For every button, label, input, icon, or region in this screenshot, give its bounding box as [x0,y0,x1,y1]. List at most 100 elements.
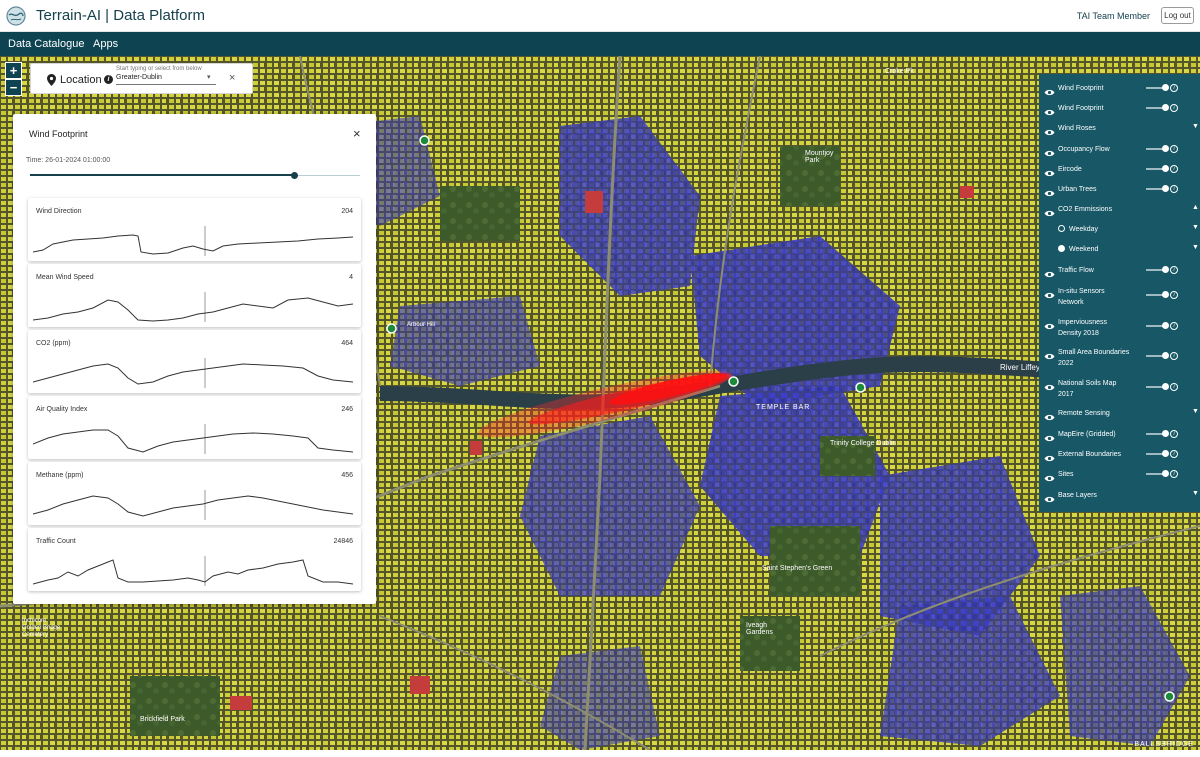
eye-icon[interactable] [1044,318,1055,336]
layer-toggle-knob[interactable] [1162,165,1169,172]
info-icon[interactable]: i [1170,104,1178,112]
layer-label-line: In-situ Sensors [1058,288,1105,295]
sparkline [33,226,354,256]
layer-row[interactable]: Small Area Boundaries 2022 i [1039,347,1200,369]
chevron-down-icon[interactable]: ▼ [1192,123,1199,130]
layer-toggle-knob[interactable] [1162,383,1169,390]
info-icon[interactable]: i [1170,291,1178,299]
eye-icon[interactable] [1044,287,1055,305]
layer-row[interactable]: CO2 Emmissions ▲ [1039,204,1200,217]
map-label-river: River Liffey [1000,363,1040,372]
eye-icon[interactable] [1044,470,1055,488]
radio-button[interactable] [1058,245,1065,252]
layer-row[interactable]: Weekday ▼ [1039,224,1200,236]
eye-icon[interactable] [1044,450,1055,468]
eye-icon[interactable] [1044,145,1055,163]
info-icon[interactable]: i [1170,430,1178,438]
layer-label: Wind Roses [1058,123,1096,134]
eye-icon[interactable] [1044,491,1055,509]
eye-icon[interactable] [1044,104,1055,122]
eye-icon[interactable] [1044,205,1055,223]
chevron-down-icon[interactable]: ▼ [1192,244,1199,251]
metric-name: Wind Direction [36,208,82,215]
top-bar: Terrain-AI | Data Platform TAI Team Memb… [0,0,1200,32]
layer-row[interactable]: Eircode i [1039,164,1200,177]
layer-label-line: 2022 [1058,360,1074,367]
eye-icon[interactable] [1044,185,1055,203]
clear-location-icon[interactable]: × [229,72,235,84]
layer-row[interactable]: Base Layers ▼ [1039,490,1200,503]
layer-toggle-knob[interactable] [1162,430,1169,437]
logout-button[interactable]: Log out [1161,7,1194,24]
layer-row[interactable]: External Boundaries i [1039,449,1200,462]
wind-footprint-panel: Wind Footprint × Time: 26-01-2024 01:00:… [13,114,376,604]
layer-row[interactable]: Wind Roses ▼ [1039,123,1200,136]
layer-label-line: CO2 Emmissions [1058,206,1113,213]
sparkline [33,358,354,388]
sensor-marker[interactable] [386,323,397,334]
chevron-up-icon[interactable]: ▲ [1192,204,1199,211]
chevron-down-icon[interactable]: ▼ [1192,408,1199,415]
layer-row[interactable]: Wind Footprint i [1039,83,1200,96]
info-icon[interactable]: i [1170,165,1178,173]
layer-toggle-knob[interactable] [1162,145,1169,152]
eye-icon[interactable] [1044,409,1055,427]
layer-row[interactable]: Urban Trees i [1039,184,1200,197]
layer-row[interactable]: Imperviousness Density 2018 i [1039,317,1200,339]
layer-toggle-knob[interactable] [1162,450,1169,457]
radio-button[interactable] [1058,225,1065,232]
zoom-out-button[interactable]: − [5,79,22,96]
location-dropdown[interactable]: Greater-Dublin [116,74,216,85]
info-icon[interactable]: i [1170,84,1178,92]
layer-row[interactable]: Sites i [1039,469,1200,482]
close-icon[interactable]: × [353,126,361,141]
layer-toggle-knob[interactable] [1162,322,1169,329]
sensor-marker[interactable] [855,382,866,393]
info-icon[interactable]: i [104,75,113,84]
info-icon[interactable]: i [1170,383,1178,391]
eye-icon[interactable] [1044,165,1055,183]
layer-row[interactable]: Remote Sensing ▼ [1039,408,1200,421]
eye-icon[interactable] [1044,430,1055,448]
info-icon[interactable]: i [1170,322,1178,330]
chevron-down-icon[interactable]: ▼ [1192,490,1199,497]
sensor-marker[interactable] [419,135,430,146]
layer-row[interactable]: Occupancy Flow i [1039,144,1200,157]
layer-toggle-knob[interactable] [1162,84,1169,91]
chevron-down-icon[interactable]: ▾ [207,73,211,81]
time-slider-handle[interactable] [291,172,298,179]
eye-icon[interactable] [1044,379,1055,397]
layer-label: External Boundaries [1058,449,1121,460]
info-icon[interactable]: i [1170,450,1178,458]
info-icon[interactable]: i [1170,266,1178,274]
layer-row[interactable]: MapEire (Gridded) i [1039,429,1200,442]
metric-value: 464 [341,340,353,347]
chevron-down-icon[interactable]: ▼ [1192,224,1199,231]
layer-row[interactable]: In-situ Sensors Network i [1039,286,1200,308]
eye-icon[interactable] [1044,266,1055,284]
eye-icon[interactable] [1044,124,1055,142]
sensor-marker[interactable] [728,376,739,387]
sensor-marker[interactable] [1164,691,1175,702]
nav-data-catalogue[interactable]: Data Catalogue [8,38,84,50]
metric-card-co2: CO2 (ppm) 464 [28,330,361,393]
info-icon[interactable]: i [1170,185,1178,193]
info-icon[interactable]: i [1170,470,1178,478]
eye-icon[interactable] [1044,348,1055,366]
layer-toggle-knob[interactable] [1162,291,1169,298]
eye-icon[interactable] [1044,84,1055,102]
user-name: TAI Team Member [1076,11,1150,21]
layer-toggle-knob[interactable] [1162,185,1169,192]
zoom-in-button[interactable]: + [5,62,22,79]
nav-apps[interactable]: Apps [93,38,118,50]
layer-row[interactable]: National Soils Map 2017 i [1039,378,1200,400]
layer-toggle-knob[interactable] [1162,470,1169,477]
layer-row[interactable]: Weekend ▼ [1039,244,1200,256]
info-icon[interactable]: i [1170,352,1178,360]
layer-row[interactable]: Traffic Flow i [1039,265,1200,278]
layer-toggle-knob[interactable] [1162,104,1169,111]
layer-toggle-knob[interactable] [1162,352,1169,359]
layer-toggle-knob[interactable] [1162,266,1169,273]
layer-row[interactable]: Wind Footprint i [1039,103,1200,116]
info-icon[interactable]: i [1170,145,1178,153]
